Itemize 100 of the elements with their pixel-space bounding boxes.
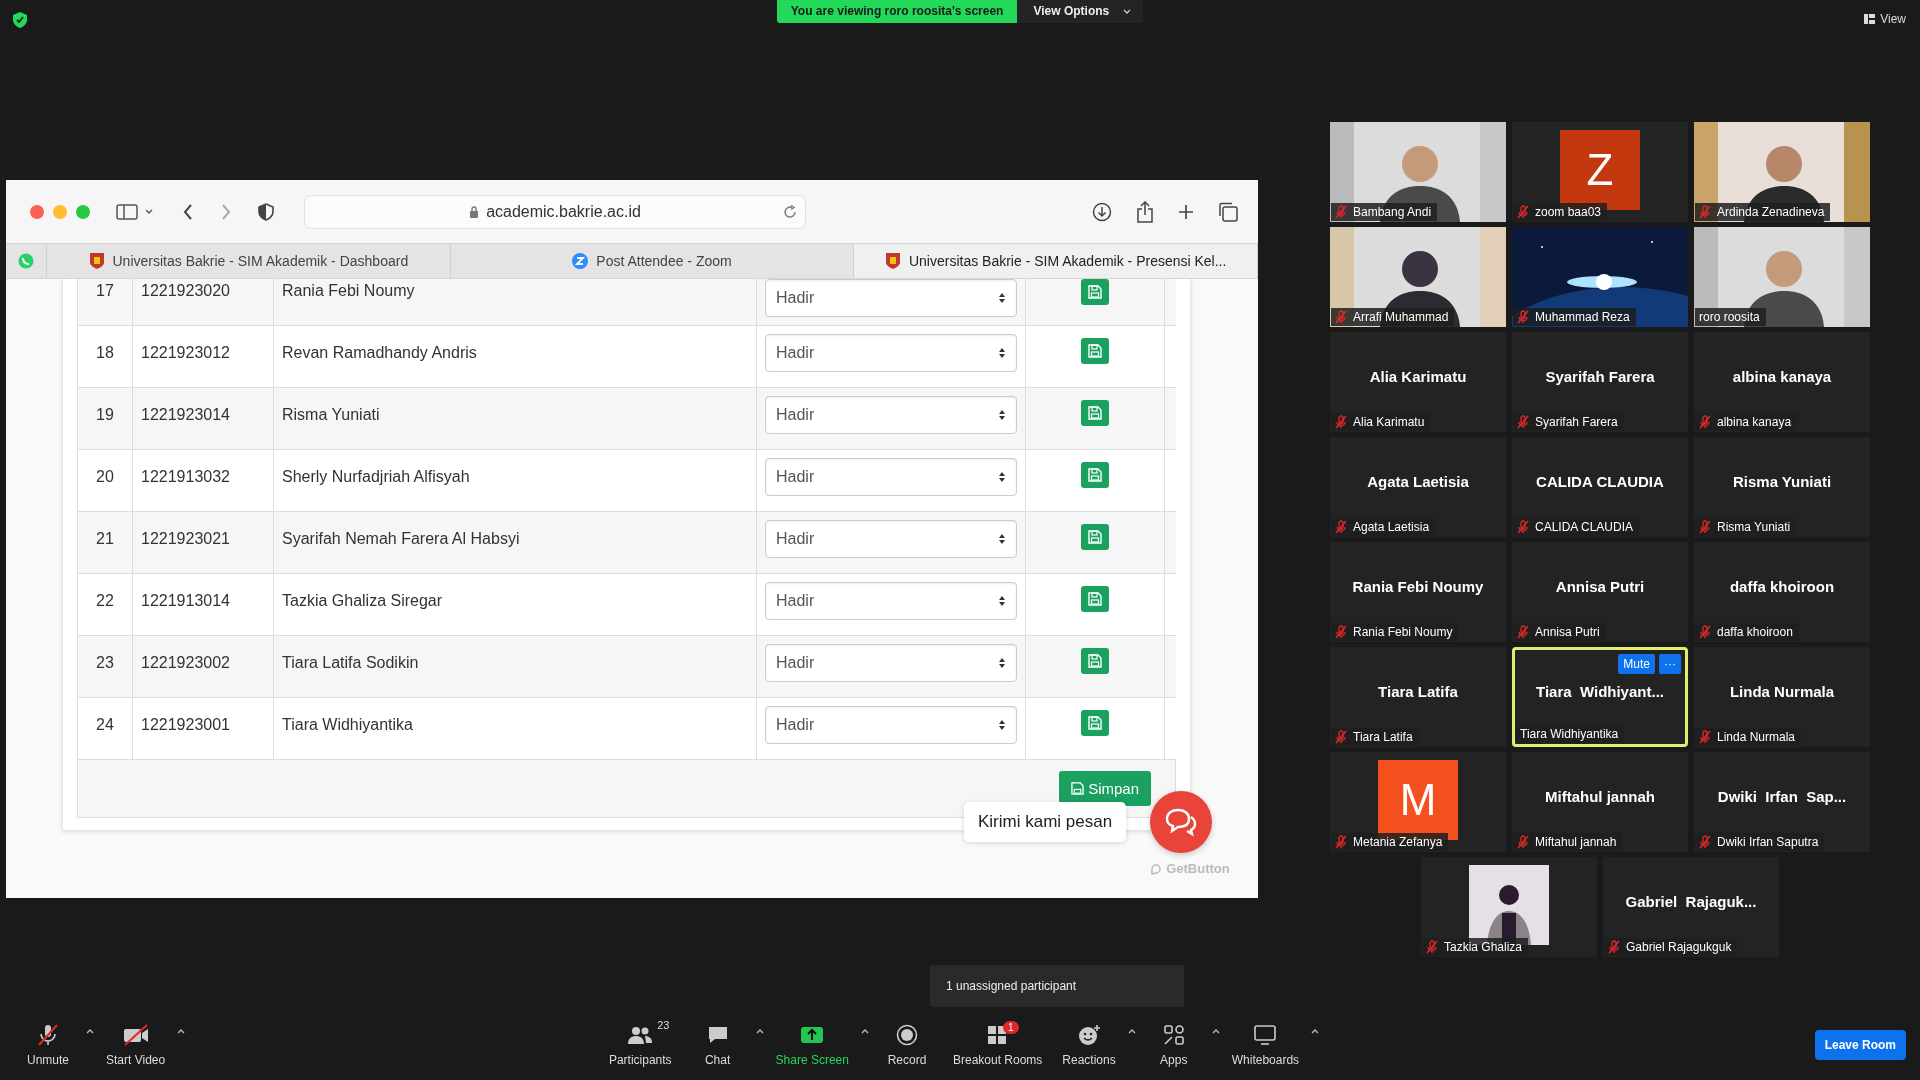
participant-tile[interactable]: Ardinda Zenadineva bbox=[1694, 122, 1870, 222]
muted-mic-icon bbox=[1517, 310, 1529, 324]
status-select[interactable]: Hadir bbox=[765, 644, 1017, 682]
tile-action-button[interactable]: Mute bbox=[1618, 654, 1655, 674]
participant-name: Annisa Putri bbox=[1513, 623, 1606, 641]
people-icon bbox=[627, 1025, 654, 1045]
participant-tile[interactable]: Annisa Putri Annisa Putri bbox=[1512, 542, 1688, 642]
share-icon[interactable] bbox=[1136, 200, 1154, 223]
tile-action-button[interactable]: ··· bbox=[1659, 654, 1681, 674]
participant-name: Muhammad Reza bbox=[1513, 308, 1636, 326]
caret-icon[interactable] bbox=[1311, 1029, 1320, 1034]
participant-display-name: Tiara Widhiyant... bbox=[1536, 682, 1664, 700]
close-icon[interactable] bbox=[30, 204, 44, 219]
save-button[interactable] bbox=[1081, 586, 1109, 612]
participant-tile[interactable]: Mute ··· Tiara Widhiyant... Tiara Widhiyantika bbox=[1512, 647, 1688, 747]
leave-room-button[interactable]: Leave Room bbox=[1814, 1030, 1906, 1060]
save-button[interactable] bbox=[1081, 462, 1109, 488]
download-icon[interactable] bbox=[1092, 201, 1112, 222]
student-id: 1221923021 bbox=[133, 512, 274, 573]
participant-tile[interactable]: Tazkia Ghaliza bbox=[1421, 857, 1597, 957]
save-button[interactable] bbox=[1081, 279, 1109, 305]
caret-icon[interactable] bbox=[1127, 1029, 1136, 1034]
browser-tab[interactable]: Universitas Bakrie - SIM Akademik - Presensi Kel... bbox=[854, 244, 1258, 278]
participant-tile[interactable]: Tiara Latifa Tiara Latifa bbox=[1330, 647, 1506, 747]
participant-name: Rania Febi Noumy bbox=[1331, 623, 1459, 641]
muted-mic-icon bbox=[1608, 940, 1620, 954]
save-button[interactable] bbox=[1081, 400, 1109, 426]
toolbar-button[interactable]: Share Screen bbox=[767, 1019, 857, 1071]
toolbar-button[interactable]: Reactions bbox=[1054, 1019, 1124, 1071]
participant-tile[interactable]: Linda Nurmala Linda Nurmala bbox=[1694, 647, 1870, 747]
participant-tile[interactable]: Bambang Andi bbox=[1330, 122, 1506, 222]
participant-tile[interactable]: Miftahul jannah Miftahul jannah bbox=[1512, 752, 1688, 852]
status-select[interactable]: Hadir bbox=[765, 458, 1017, 496]
student-name: Tiara Widhiyantika bbox=[274, 698, 757, 759]
caret-icon[interactable] bbox=[177, 1029, 186, 1034]
toolbar-button[interactable]: Apps bbox=[1139, 1019, 1208, 1071]
view-button[interactable]: View bbox=[1864, 12, 1906, 26]
caret-icon[interactable] bbox=[1211, 1029, 1220, 1034]
address-bar[interactable]: academic.bakrie.ac.id bbox=[304, 194, 806, 229]
toolbar-button[interactable]: Unmute bbox=[14, 1019, 82, 1071]
status-select[interactable]: Hadir bbox=[765, 334, 1017, 372]
row-number: 19 bbox=[78, 388, 133, 449]
row-number: 22 bbox=[78, 574, 133, 635]
tabs-overview-icon[interactable] bbox=[1218, 201, 1238, 222]
status-select[interactable]: Hadir bbox=[765, 520, 1017, 558]
muted-mic-icon bbox=[1426, 940, 1438, 954]
participant-tile[interactable]: Alia Karimatu Alia Karimatu bbox=[1330, 332, 1506, 432]
participant-tile[interactable]: Syarifah Farera Syarifah Farera bbox=[1512, 332, 1688, 432]
chat-widget-button[interactable] bbox=[1150, 791, 1213, 853]
shield-icon[interactable] bbox=[13, 12, 27, 28]
participant-tile[interactable]: Agata Laetisia Agata Laetisia bbox=[1330, 437, 1506, 537]
save-button[interactable] bbox=[1081, 648, 1109, 674]
toolbar-button[interactable]: Record bbox=[873, 1019, 941, 1071]
participant-name: Agata Laetisia bbox=[1331, 518, 1436, 536]
participant-tile[interactable]: Risma Yuniati Risma Yuniati bbox=[1694, 437, 1870, 537]
muted-mic-icon bbox=[1699, 730, 1711, 744]
view-options-button[interactable]: View Options bbox=[1017, 0, 1144, 23]
participant-tile[interactable]: daffa khoiroon daffa khoiroon bbox=[1694, 542, 1870, 642]
chat-bubbles-icon bbox=[1164, 807, 1199, 837]
student-name: Sherly Nurfadjriah Alfisyah bbox=[274, 450, 757, 511]
toolbar-button[interactable]: 23 Participants bbox=[600, 1019, 680, 1071]
browser-tab[interactable]: Universitas Bakrie - SIM Akademik - Dashboard bbox=[47, 244, 451, 278]
participant-tile[interactable]: Gabriel Rajaguk... Gabriel Rajagukguk bbox=[1603, 857, 1779, 957]
participant-tile[interactable]: Arrafi Muhammad bbox=[1330, 227, 1506, 327]
crest-icon bbox=[884, 252, 901, 270]
participant-tile[interactable]: Dwiki Irfan Sap... Dwiki Irfan Saputra bbox=[1694, 752, 1870, 852]
participant-tile[interactable]: albina kanaya albina kanaya bbox=[1694, 332, 1870, 432]
save-button[interactable] bbox=[1081, 524, 1109, 550]
status-select[interactable]: Hadir bbox=[765, 706, 1017, 744]
toolbar-button[interactable]: Chat bbox=[683, 1019, 752, 1071]
status-select[interactable]: Hadir bbox=[765, 396, 1017, 434]
participant-display-name: Dwiki Irfan Sap... bbox=[1717, 787, 1847, 805]
privacy-shield-icon[interactable] bbox=[258, 202, 274, 221]
student-id: 1221923002 bbox=[133, 636, 274, 697]
save-button[interactable] bbox=[1081, 338, 1109, 364]
participant-tile[interactable]: Rania Febi Noumy Rania Febi Noumy bbox=[1330, 542, 1506, 642]
participant-tile[interactable]: Muhammad Reza bbox=[1512, 227, 1688, 327]
toolbar-button[interactable]: Whiteboards bbox=[1223, 1019, 1308, 1071]
reload-icon[interactable] bbox=[783, 204, 797, 219]
caret-icon bbox=[1123, 8, 1132, 14]
participant-tile[interactable]: roro roosita bbox=[1694, 227, 1870, 327]
back-icon[interactable] bbox=[182, 202, 194, 221]
row-number: 21 bbox=[78, 512, 133, 573]
screen-share-banner: You are viewing roro roosita's screen bbox=[776, 0, 1018, 23]
caret-icon[interactable] bbox=[86, 1029, 94, 1034]
student-id: 1221923001 bbox=[133, 698, 274, 759]
student-name: Syarifah Nemah Farera Al Habsyi bbox=[274, 512, 757, 573]
toolbar-button[interactable]: 1 Breakout Rooms bbox=[945, 1019, 1051, 1071]
status-select[interactable]: Hadir bbox=[765, 582, 1017, 620]
participant-tile[interactable]: CALIDA CLAUDIA CALIDA CLAUDIA bbox=[1512, 437, 1688, 537]
save-button[interactable] bbox=[1081, 710, 1109, 736]
caret-icon[interactable] bbox=[755, 1029, 764, 1034]
row-number: 18 bbox=[78, 326, 133, 387]
participant-name: Miftahul jannah bbox=[1513, 833, 1623, 851]
caret-icon[interactable] bbox=[861, 1029, 869, 1034]
status-select[interactable]: Hadir bbox=[765, 279, 1017, 317]
muted-mic-icon bbox=[35, 1023, 61, 1047]
chat-prompt[interactable]: Kirimi kami pesan bbox=[964, 802, 1127, 842]
toolbar-button[interactable]: Start Video bbox=[98, 1019, 174, 1071]
new-tab-icon[interactable] bbox=[1178, 203, 1194, 220]
